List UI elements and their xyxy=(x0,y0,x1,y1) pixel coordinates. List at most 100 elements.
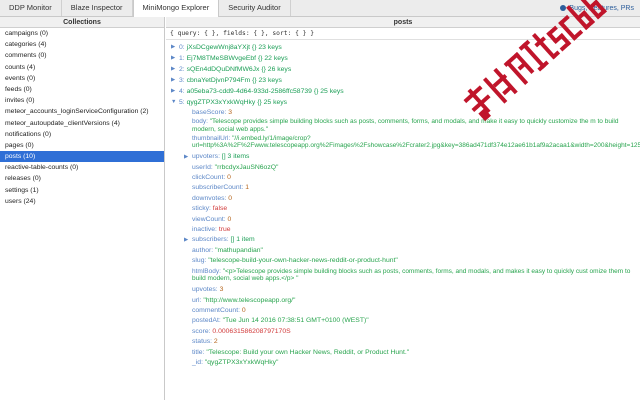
collection-item[interactable]: settings (1) xyxy=(0,185,164,196)
field-key: htmlBody: xyxy=(192,267,221,275)
field-value: "qygZTPX3xYxkWqHky" xyxy=(204,358,279,366)
doc-id: a05eba73-cdd9-4d64-933d-2586ffc58739 xyxy=(186,88,312,95)
field-brackets: [] xyxy=(230,236,235,244)
expand-arrow-icon[interactable]: ▶ xyxy=(171,42,175,53)
expanded-fields: baseScore: 3 body: "Telescope provides s… xyxy=(166,108,640,368)
tab-ddp-monitor[interactable]: DDP Monitor xyxy=(0,0,62,16)
field-key: baseScore: xyxy=(192,109,227,116)
collection-item[interactable]: reactive-table-counts (0) xyxy=(0,162,164,173)
field-value: 0 xyxy=(241,306,246,314)
field-value: 1 xyxy=(245,184,250,192)
field-value: false xyxy=(212,205,228,213)
document-row[interactable]: ▶ 4: a05eba73-cdd9-4d64-933d-2586ffc5873… xyxy=(166,86,640,97)
collections-list: campaigns (0) categories (4) comments (0… xyxy=(0,28,164,207)
doc-id: sQEn4dDQuDNfMW6Jx xyxy=(186,66,260,73)
collection-item[interactable]: pages (0) xyxy=(0,140,164,151)
field-item-count: 1 item xyxy=(236,236,255,244)
field-key: slug: xyxy=(192,257,207,265)
doc-index: 2: xyxy=(179,66,185,73)
field-clickcount: clickCount: 0 xyxy=(192,173,640,183)
field-key: clickCount: xyxy=(192,174,226,182)
document-row-expanded[interactable]: ▼ 5: qygZTPX3xYxkWqHky {} 25 keys xyxy=(166,97,640,108)
doc-id: Ej7M8TMeSBWvgeEbf xyxy=(186,55,257,62)
field-value: "mathupandian" xyxy=(215,246,263,254)
collection-item[interactable]: campaigns (0) xyxy=(0,28,164,39)
doc-key-count: 23 keys xyxy=(258,44,282,51)
field-viewcount: viewCount: 0 xyxy=(192,215,640,225)
collections-header: Collections xyxy=(0,17,164,28)
document-row[interactable]: ▶ 3: cbnaYetDjvnP794Fm {} 23 keys xyxy=(166,75,640,86)
expand-arrow-icon[interactable]: ▶ xyxy=(171,53,175,64)
field-key: upvotes: xyxy=(192,286,218,294)
tab-blaze-inspector[interactable]: Blaze Inspector xyxy=(62,0,133,16)
field-title: title: "Telescope: Build your own Hacker… xyxy=(192,348,640,358)
expand-arrow-icon[interactable]: ▶ xyxy=(171,86,175,97)
field-key: sticky: xyxy=(192,205,211,213)
doc-key-count: 26 keys xyxy=(267,66,292,73)
field-value: 3 xyxy=(219,286,224,294)
collection-item[interactable]: counts (4) xyxy=(0,62,164,73)
expand-arrow-icon[interactable]: ▶ xyxy=(184,235,188,245)
tab-security-auditor[interactable]: Security Auditor xyxy=(219,0,291,16)
field-value: 2 xyxy=(213,338,218,346)
field-url: url: "http://www.telescopeapp.org/" xyxy=(192,296,640,306)
field-postedat: postedAt: "Tue Jun 14 2016 07:38:51 GMT+… xyxy=(192,316,640,326)
field-value: "Tue Jun 14 2016 07:38:51 GMT+0100 (WEST… xyxy=(222,317,369,325)
tab-minimongo-explorer[interactable]: MiniMongo Explorer xyxy=(132,0,220,17)
field-value: 0.000631586208797170S xyxy=(212,327,291,335)
document-row[interactable]: ▶ 1: Ej7M8TMeSBWvgeEbf {} 22 keys xyxy=(166,53,640,64)
doc-key-count: 25 keys xyxy=(263,99,288,106)
field-downvotes: downvotes: 0 xyxy=(192,194,640,204)
field-value: 0 xyxy=(227,215,232,223)
field-thumbnailurl: thumbnailUrl: "//i.embed.ly/1/image/crop… xyxy=(192,135,640,149)
collection-item[interactable]: releases (0) xyxy=(0,173,164,184)
field-score: score: 0.000631586208797170S xyxy=(192,327,640,337)
doc-index: 1: xyxy=(179,55,185,62)
collection-item[interactable]: users (24) xyxy=(0,196,164,207)
doc-index: 5: xyxy=(179,99,185,106)
field-subscribercount: subscriberCount: 1 xyxy=(192,183,640,193)
expand-arrow-icon[interactable]: ▶ xyxy=(171,64,175,75)
doc-id: qygZTPX3xYxkWqHky xyxy=(186,99,256,106)
field-key: body: xyxy=(192,118,208,126)
field-id: _id: "qygZTPX3xYxkWqHky" xyxy=(192,358,640,368)
field-commentcount: commentCount: 0 xyxy=(192,306,640,316)
field-value: "http://www.telescopeapp.org/" xyxy=(203,296,296,304)
expand-arrow-icon[interactable]: ▶ xyxy=(171,75,175,86)
expand-arrow-icon[interactable]: ▶ xyxy=(184,152,188,162)
collection-item[interactable]: categories (4) xyxy=(0,39,164,50)
doc-braces: {} xyxy=(251,44,257,51)
field-key: inactive: xyxy=(192,226,217,234)
field-key: status: xyxy=(192,338,213,346)
collapse-arrow-icon[interactable]: ▼ xyxy=(171,97,176,108)
collection-item[interactable]: events (0) xyxy=(0,73,164,84)
field-upvotes: upvotes: 3 xyxy=(192,285,640,295)
field-value: "rrbcdyxJauSN6ozQ" xyxy=(214,163,279,171)
field-key: url: xyxy=(192,296,202,304)
field-key: postedAt: xyxy=(192,317,221,325)
field-subscribers[interactable]: ▶ subscribers: [] 1 item xyxy=(184,235,640,245)
doc-braces: {} xyxy=(257,99,262,106)
field-item-count: 3 items xyxy=(227,153,250,161)
collections-panel: Collections campaigns (0) categories (4)… xyxy=(0,17,165,400)
collection-item[interactable]: meteor_autoupdate_clientVersions (4) xyxy=(0,118,164,129)
doc-braces: {} xyxy=(261,66,266,73)
field-key: thumbnailUrl: xyxy=(192,134,231,142)
field-basescore: baseScore: 3 xyxy=(192,108,640,118)
collection-item[interactable]: invites (0) xyxy=(0,95,164,106)
collection-item[interactable]: feeds (0) xyxy=(0,84,164,95)
collection-item[interactable]: comments (0) xyxy=(0,50,164,61)
doc-id: jXsDCgewWnj8aYXjt xyxy=(186,44,251,51)
collection-item-selected[interactable]: posts (10) xyxy=(0,151,164,163)
doc-braces: {} xyxy=(252,77,257,84)
document-row[interactable]: ▶ 2: sQEn4dDQuDNfMW6Jx {} 26 keys xyxy=(166,64,640,75)
field-key: viewCount: xyxy=(192,215,226,223)
doc-index: 0: xyxy=(179,44,185,51)
field-key: author: xyxy=(192,246,214,254)
field-upvoters[interactable]: ▶ upvoters: [] 3 items xyxy=(184,152,640,162)
field-value: 3 xyxy=(228,109,233,116)
field-inactive: inactive: true xyxy=(192,225,640,235)
document-tree: ▶ 0: jXsDCgewWnj8aYXjt {} 23 keys ▶ 1: E… xyxy=(166,40,640,368)
collection-item[interactable]: notifications (0) xyxy=(0,129,164,140)
collection-item[interactable]: meteor_accounts_loginServiceConfiguratio… xyxy=(0,106,164,117)
